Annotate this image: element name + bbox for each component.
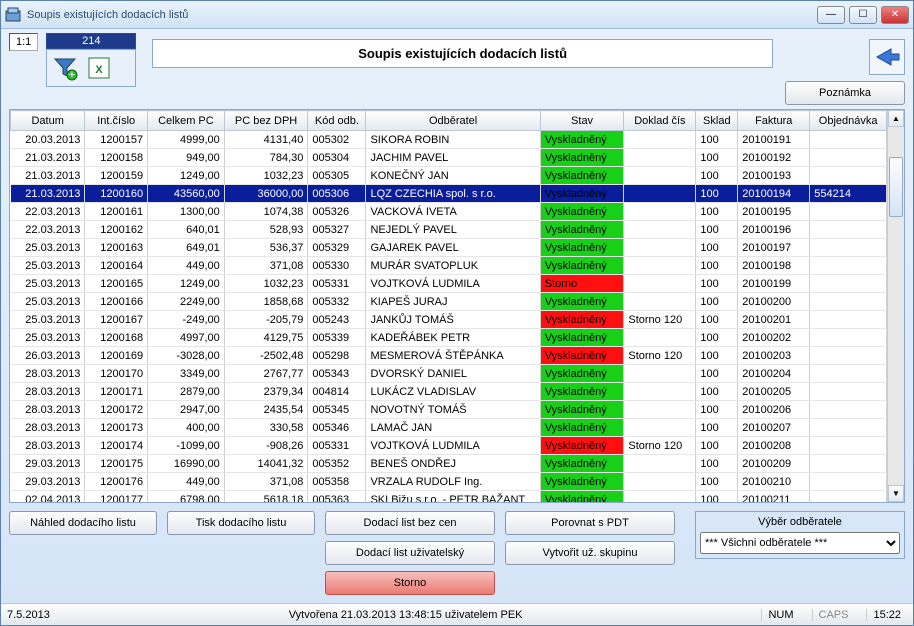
status-created: Vytvořena 21.03.2013 13:48:15 uživatelem… bbox=[62, 609, 750, 621]
column-header[interactable]: Faktura bbox=[738, 111, 810, 131]
preview-button[interactable]: Náhled dodacího listu bbox=[9, 511, 157, 535]
note-button[interactable]: Poznámka bbox=[785, 81, 905, 105]
page-title: Soupis existujících dodacích listů bbox=[152, 39, 773, 68]
table-row[interactable]: 21.03.2013120016043560,0036000,00005306L… bbox=[11, 185, 887, 203]
column-header[interactable]: Celkem PC bbox=[148, 111, 225, 131]
table-row[interactable]: 29.03.20131200176449,00371,08005358VRZAL… bbox=[11, 473, 887, 491]
table-row[interactable]: 25.03.20131200163649,01536,37005329GAJAR… bbox=[11, 239, 887, 257]
table-row[interactable]: 25.03.20131200167-249,00-205,79005243JAN… bbox=[11, 311, 887, 329]
close-button[interactable]: ✕ bbox=[881, 6, 909, 24]
status-date: 7.5.2013 bbox=[7, 609, 50, 621]
column-header[interactable]: Odběratel bbox=[366, 111, 540, 131]
status-caps: CAPS bbox=[812, 609, 855, 621]
table-row[interactable]: 29.03.2013120017516990,0014041,32005352B… bbox=[11, 455, 887, 473]
status-bar: 7.5.2013 Vytvořena 21.03.2013 13:48:15 u… bbox=[1, 603, 913, 625]
column-header[interactable]: Stav bbox=[540, 111, 624, 131]
table-row[interactable]: 21.03.201312001591249,001032,23005305KON… bbox=[11, 167, 887, 185]
create-group-button[interactable]: Vytvořit už. skupinu bbox=[505, 541, 675, 565]
storno-button[interactable]: Storno bbox=[325, 571, 495, 595]
app-icon bbox=[5, 7, 21, 23]
table-row[interactable]: 28.03.201312001722947,002435,54005345NOV… bbox=[11, 401, 887, 419]
window-title: Soupis existujících dodacích listů bbox=[27, 9, 817, 21]
minimize-button[interactable]: — bbox=[817, 6, 845, 24]
column-header[interactable]: Objednávka bbox=[810, 111, 887, 131]
data-grid[interactable]: DatumInt.čísloCelkem PCPC bez DPHKód odb… bbox=[10, 110, 887, 502]
column-header[interactable]: Datum bbox=[11, 111, 85, 131]
table-row[interactable]: 28.03.20131200174-1099,00-908,26005331VO… bbox=[11, 437, 887, 455]
table-row[interactable]: 25.03.201312001684997,004129,75005339KAD… bbox=[11, 329, 887, 347]
filter-icon[interactable]: + bbox=[49, 52, 81, 84]
export-excel-icon[interactable]: X bbox=[83, 52, 115, 84]
column-header[interactable]: Kód odb. bbox=[308, 111, 366, 131]
vertical-scrollbar[interactable]: ▲ ▼ bbox=[887, 110, 904, 502]
status-time: 15:22 bbox=[866, 609, 907, 621]
scroll-down-button[interactable]: ▼ bbox=[888, 485, 904, 502]
column-header[interactable]: Int.číslo bbox=[85, 111, 148, 131]
status-num: NUM bbox=[761, 609, 799, 621]
table-row[interactable]: 25.03.20131200164449,00371,08005330MURÁR… bbox=[11, 257, 887, 275]
table-row[interactable]: 22.03.20131200162640,01528,93005327NEJED… bbox=[11, 221, 887, 239]
list-user-button[interactable]: Dodací list uživatelský bbox=[325, 541, 495, 565]
table-row[interactable]: 28.03.201312001703349,002767,77005343DVO… bbox=[11, 365, 887, 383]
table-row[interactable]: 25.03.201312001662249,001858,68005332KIA… bbox=[11, 293, 887, 311]
scroll-thumb[interactable] bbox=[889, 157, 903, 217]
column-header[interactable]: Doklad čís bbox=[624, 111, 696, 131]
print-button[interactable]: Tisk dodacího listu bbox=[167, 511, 315, 535]
svg-text:X: X bbox=[96, 64, 104, 76]
maximize-button[interactable]: ☐ bbox=[849, 6, 877, 24]
titlebar: Soupis existujících dodacích listů — ☐ ✕ bbox=[1, 1, 913, 29]
back-button[interactable] bbox=[869, 39, 905, 75]
table-row[interactable]: 28.03.201312001712879,002379,34004814LUK… bbox=[11, 383, 887, 401]
column-header[interactable]: PC bez DPH bbox=[224, 111, 308, 131]
table-row[interactable]: 20.03.201312001574999,004131,40005302SIK… bbox=[11, 131, 887, 149]
table-row[interactable]: 25.03.201312001651249,001032,23005331VOJ… bbox=[11, 275, 887, 293]
table-row[interactable]: 28.03.20131200173400,00330,58005346LAMAČ… bbox=[11, 419, 887, 437]
table-row[interactable]: 02.04.201312001776798,005618,18005363SKI… bbox=[11, 491, 887, 503]
record-counter: 214 bbox=[46, 33, 136, 49]
svg-text:+: + bbox=[69, 69, 75, 81]
table-row[interactable]: 21.03.20131200158949,00784,30005304JACHI… bbox=[11, 149, 887, 167]
table-row[interactable]: 26.03.20131200169-3028,00-2502,48005298M… bbox=[11, 347, 887, 365]
scroll-up-button[interactable]: ▲ bbox=[888, 110, 904, 127]
zoom-indicator[interactable]: 1:1 bbox=[9, 33, 38, 51]
customer-selector-label: Výběr odběratele bbox=[700, 516, 900, 528]
table-row[interactable]: 22.03.201312001611300,001074,38005326VAC… bbox=[11, 203, 887, 221]
list-no-prices-button[interactable]: Dodací list bez cen bbox=[325, 511, 495, 535]
customer-selector[interactable]: *** Všichni odběratele *** bbox=[700, 532, 900, 554]
column-header[interactable]: Sklad bbox=[696, 111, 738, 131]
compare-pdt-button[interactable]: Porovnat s PDT bbox=[505, 511, 675, 535]
customer-selector-group: Výběr odběratele *** Všichni odběratele … bbox=[695, 511, 905, 559]
